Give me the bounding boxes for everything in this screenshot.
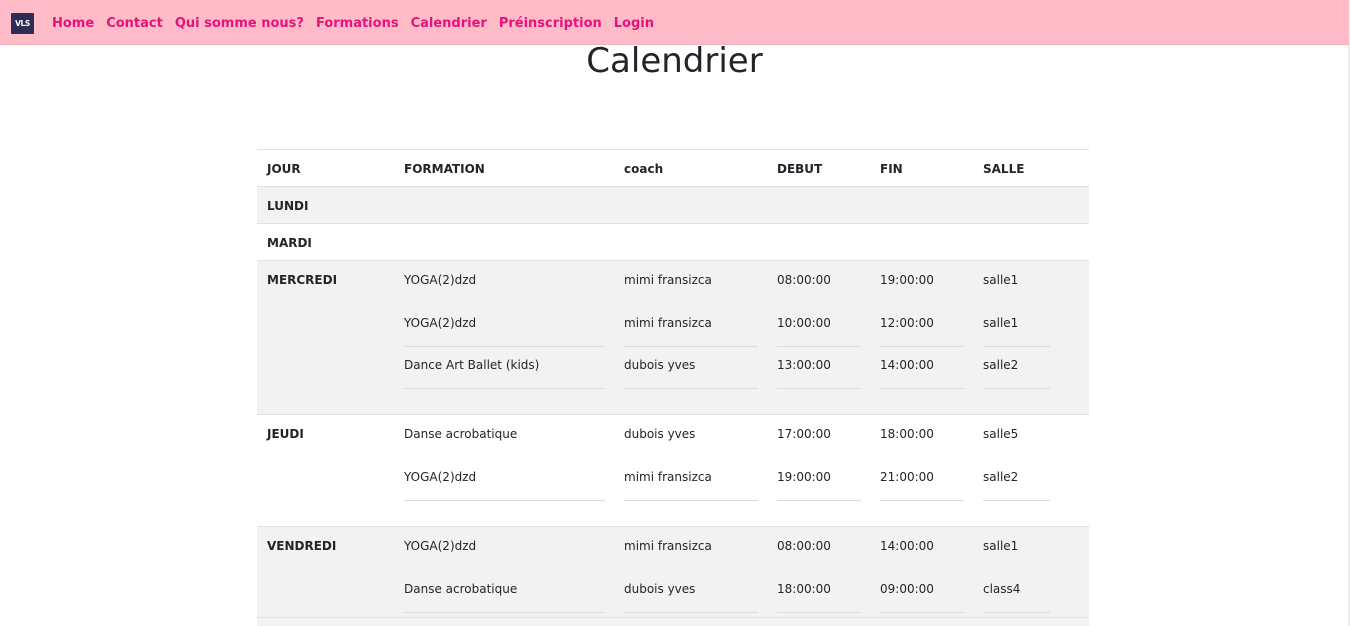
entry-fin: 14:00:00: [880, 539, 934, 553]
entry-salle: salle1: [983, 539, 1019, 553]
entry-divider: [880, 345, 964, 347]
nav-link-formations[interactable]: Formations: [316, 15, 399, 32]
entry-coach: dubois yves: [624, 581, 696, 596]
brand-logo[interactable]: VLS: [11, 13, 34, 34]
entry-divider: [624, 388, 758, 389]
entry-salle: class4: [983, 581, 1021, 596]
entry-divider: [404, 345, 605, 347]
entry-debut: 18:00:00: [777, 581, 831, 596]
entry-divider: [624, 611, 758, 613]
column-header-coach: coach: [624, 162, 664, 176]
entry-salle: salle2: [983, 469, 1019, 484]
entry-formation: Danse acrobatique: [404, 427, 518, 441]
table-row-jeudi: JEUDI Danse acrobatique dubois yves 17:00:0…: [257, 414, 1089, 526]
entry-divider: [404, 499, 605, 501]
nav-link-about[interactable]: Qui somme nous?: [175, 15, 304, 32]
table-row-mardi: MARDI: [257, 223, 1089, 260]
entry-debut: 17:00:00: [777, 427, 831, 441]
schedule-table: JOUR FORMATION coach DEBUT FIN SALLE LUN…: [257, 149, 1089, 626]
column-header-fin: FIN: [880, 162, 903, 176]
entry-divider: [983, 611, 1050, 613]
entry-formation: YOGA(2)dzd: [404, 539, 477, 553]
column-header-jour: JOUR: [267, 162, 301, 176]
entry-debut: 13:00:00: [777, 358, 831, 372]
entry-salle: salle5: [983, 427, 1019, 441]
day-label: VENDREDI: [267, 539, 337, 553]
day-label: JEUDI: [267, 427, 304, 441]
entry-divider: [777, 345, 861, 347]
table-row-mercredi: MERCREDI YOGA(2)dzd mimi fransizca 08:00:00…: [257, 260, 1089, 414]
day-label: MERCREDI: [267, 273, 338, 287]
nav-link-contact[interactable]: Contact: [106, 15, 163, 32]
nav-links: Home Contact Qui somme nous? Formations …: [52, 15, 654, 32]
entry-divider: [404, 388, 605, 389]
entry-fin: 18:00:00: [880, 427, 934, 441]
entry-debut: 10:00:00: [777, 315, 831, 330]
entry-formation: YOGA(2)dzd: [404, 315, 477, 330]
entry-fin: 19:00:00: [880, 273, 934, 287]
nav-link-login[interactable]: Login: [614, 15, 654, 32]
entry-formation: YOGA(2)dzd: [404, 273, 477, 287]
entry-fin: 09:00:00: [880, 581, 934, 596]
navbar: VLS Home Contact Qui somme nous? Formati…: [0, 0, 1349, 45]
entry-divider: [880, 499, 964, 501]
table-row-vendredi: VENDREDI YOGA(2)dzd mimi fransizca 08:00:00…: [257, 526, 1089, 626]
entry-coach: mimi fransizca: [624, 539, 712, 553]
entry-divider: [777, 499, 861, 501]
column-header-salle: SALLE: [983, 162, 1025, 176]
entry-debut: 08:00:00: [777, 539, 831, 553]
day-label: MARDI: [267, 236, 312, 250]
entry-divider: [777, 611, 861, 613]
entry-divider: [880, 388, 964, 389]
entry-debut: 08:00:00: [777, 273, 831, 287]
entry-coach: mimi fransizca: [624, 469, 712, 484]
page-title: Calendrier: [586, 41, 763, 81]
entry-coach: mimi fransizca: [624, 315, 712, 330]
entry-divider: [624, 345, 758, 347]
entry-formation: Dance Art Ballet (kids): [404, 358, 540, 372]
entry-coach: dubois yves: [624, 358, 696, 372]
entry-formation: YOGA(2)dzd: [404, 469, 477, 484]
entry-fin: 12:00:00: [880, 315, 934, 330]
table-row-lundi: LUNDI: [257, 186, 1089, 223]
entry-divider: [777, 388, 861, 389]
entry-divider: [880, 611, 964, 613]
entry-salle: salle1: [983, 315, 1019, 330]
entry-formation: Danse acrobatique: [404, 581, 518, 596]
entry-coach: dubois yves: [624, 427, 696, 441]
column-header-formation: FORMATION: [404, 162, 485, 176]
table-header-row: JOUR FORMATION coach DEBUT FIN SALLE: [257, 149, 1089, 186]
entry-divider: [983, 388, 1050, 389]
column-header-debut: DEBUT: [777, 162, 823, 176]
entry-debut: 19:00:00: [777, 469, 831, 484]
entry-divider: [983, 345, 1050, 347]
entry-salle: salle1: [983, 273, 1019, 287]
entry-fin: 21:00:00: [880, 469, 934, 484]
entry-salle: salle2: [983, 358, 1019, 372]
nav-link-home[interactable]: Home: [52, 15, 94, 32]
entry-divider: [624, 499, 758, 501]
entry-divider: [983, 499, 1050, 501]
page: VLS Home Contact Qui somme nous? Formati…: [0, 0, 1350, 626]
table-bottom-border: [257, 617, 1089, 618]
nav-link-preinscription[interactable]: Préinscription: [499, 15, 602, 32]
entry-fin: 14:00:00: [880, 358, 934, 372]
day-label: LUNDI: [267, 199, 309, 213]
entry-coach: mimi fransizca: [624, 273, 712, 287]
entry-divider: [404, 611, 605, 613]
nav-link-calendrier[interactable]: Calendrier: [411, 15, 487, 32]
